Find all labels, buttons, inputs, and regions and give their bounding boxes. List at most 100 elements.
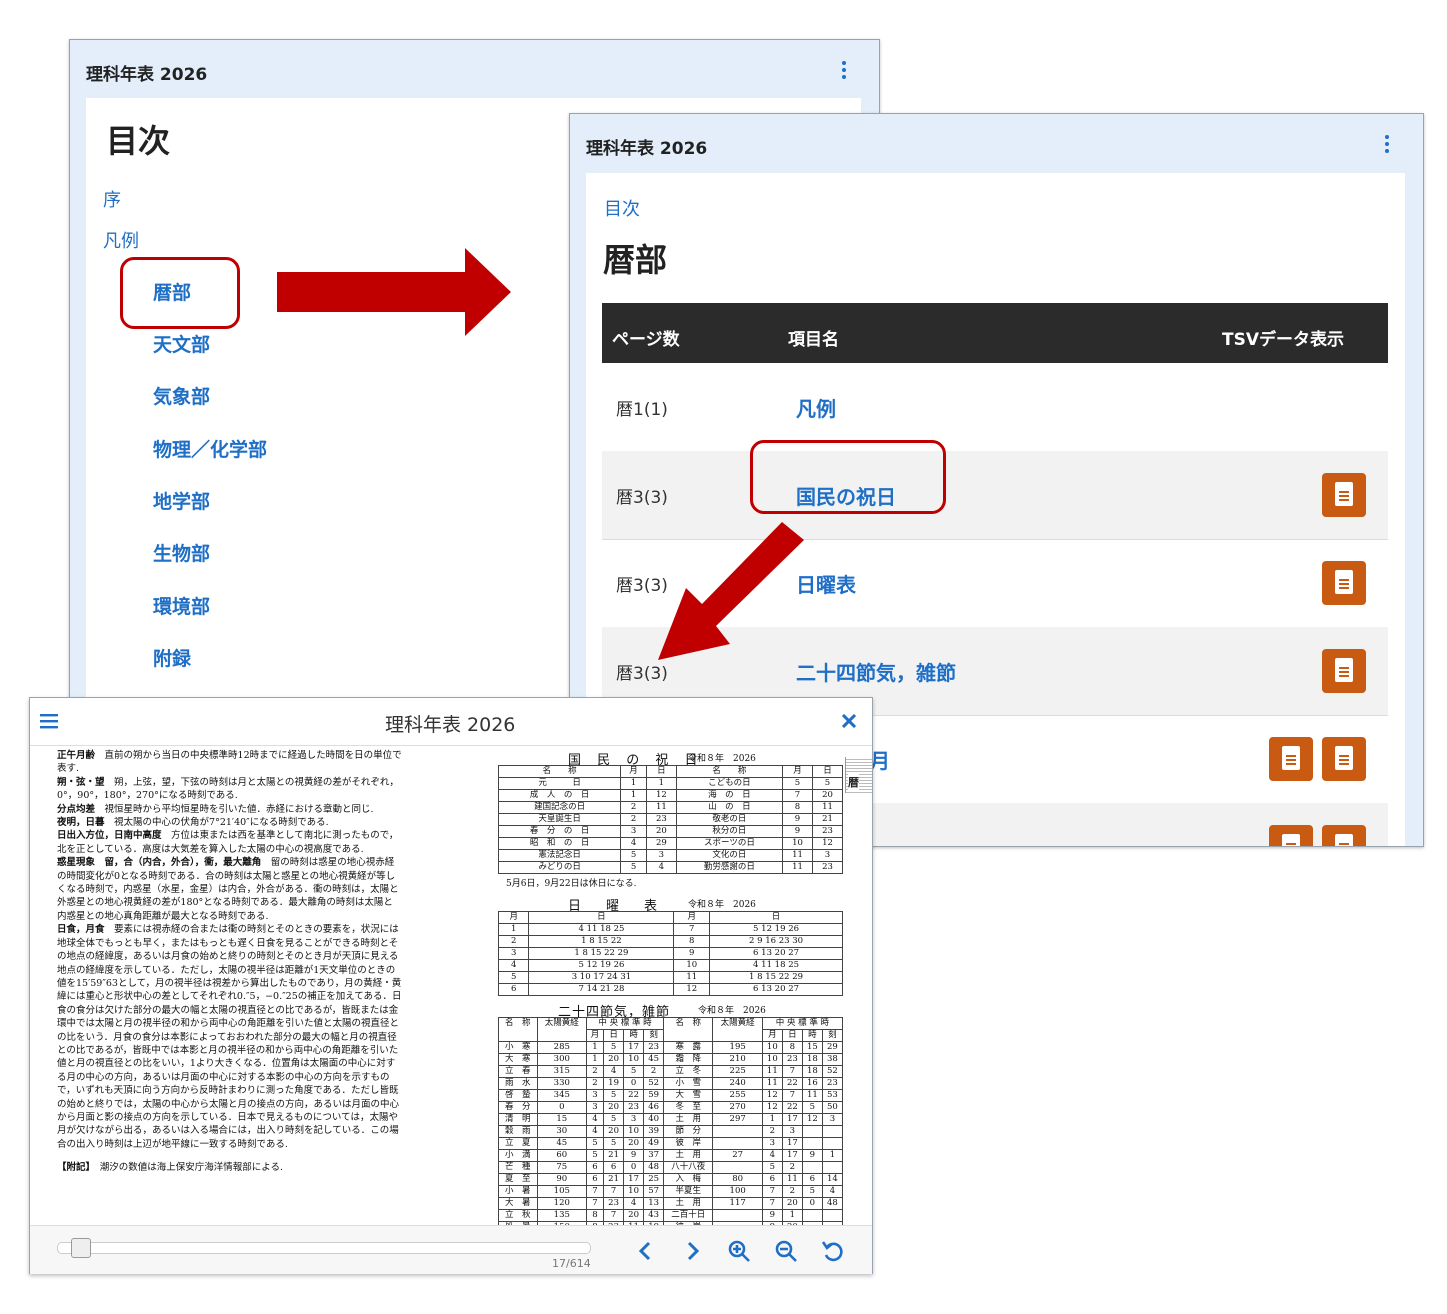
table-cell: 11 bbox=[781, 861, 813, 874]
toc-section-astronomy[interactable]: 天文部 bbox=[153, 330, 210, 357]
tsv-button[interactable] bbox=[1322, 825, 1366, 846]
terms-era: 令和８年 2026 bbox=[698, 1006, 766, 1016]
table-cell: 20 bbox=[603, 1125, 625, 1138]
table-cell: 100 bbox=[712, 1185, 763, 1198]
tsv-button[interactable] bbox=[1322, 473, 1366, 517]
side-tab[interactable]: 暦 bbox=[845, 757, 872, 793]
table-cell: 6 bbox=[801, 1173, 823, 1186]
document-icon bbox=[1335, 570, 1353, 594]
column-tsv: TSVデータ表示 bbox=[1222, 330, 1344, 350]
toc-section-earth-science[interactable]: 地学部 bbox=[153, 487, 210, 514]
table-row: 立 春 315 2 4 5 2 立 冬 225 11 7 18 52 bbox=[498, 1065, 844, 1078]
table-cell: 37 bbox=[643, 1149, 665, 1162]
table-row: 31 8 15 22 29 9 6 13 20 27 bbox=[497, 947, 843, 960]
close-icon[interactable] bbox=[842, 714, 856, 728]
table-row: 小 寒 285 1 5 17 23 寒 露 195 10 8 15 29 bbox=[498, 1041, 844, 1054]
definition: 朔・弦・望 朔，上弦，望，下弦の時刻は月と太陽との視黄経の差がそれぞれ，0°，9… bbox=[57, 776, 399, 802]
table-cell: 17 bbox=[781, 1149, 803, 1162]
table-cell: 330 bbox=[536, 1077, 587, 1090]
reset-zoom-icon[interactable] bbox=[821, 1239, 845, 1263]
table-cell: 29 bbox=[645, 837, 677, 850]
table-cell: 春 分 bbox=[498, 1101, 538, 1114]
table-cell: スポーツの日 bbox=[675, 837, 783, 850]
table-cell: 元 日 bbox=[497, 777, 622, 790]
page-slider-track[interactable] bbox=[57, 1242, 591, 1254]
table-cell bbox=[712, 1161, 763, 1174]
tsv-button[interactable] bbox=[1322, 561, 1366, 605]
table-cell: 5 12 19 26 bbox=[528, 959, 675, 972]
table-cell: 30 bbox=[536, 1125, 587, 1138]
table-cell: 3 bbox=[821, 1113, 844, 1126]
table-cell: 7 bbox=[781, 789, 813, 802]
table-row: 啓 蟄 345 3 5 22 59 大 雪 255 12 7 11 53 bbox=[498, 1089, 844, 1102]
section-window-title: 理科年表 2026 bbox=[586, 139, 708, 159]
row-item-link[interactable]: 凡例 bbox=[796, 393, 836, 422]
toc-section-meteorology[interactable]: 気象部 bbox=[153, 382, 210, 409]
row-item-link[interactable]: 月 bbox=[870, 745, 890, 774]
table-cell: 12 bbox=[645, 789, 677, 802]
row-item-link[interactable]: 日曜表 bbox=[796, 569, 856, 598]
row-item-link[interactable]: 二十四節気，雑節 bbox=[796, 657, 956, 686]
viewer-toolbar: 17/614 bbox=[30, 1225, 872, 1274]
table-cell: 5 bbox=[623, 1065, 645, 1078]
table-cell: 10 bbox=[673, 959, 711, 972]
table-cell: 1 bbox=[620, 777, 647, 790]
more-menu-icon[interactable] bbox=[1385, 135, 1389, 156]
toc-link-preface[interactable]: 序 bbox=[103, 186, 121, 212]
table-cell: 6 bbox=[497, 983, 530, 996]
table-cell: 4 bbox=[603, 1065, 625, 1078]
tsv-button[interactable] bbox=[1322, 649, 1366, 693]
table-cell: 345 bbox=[536, 1089, 587, 1102]
table-cell: 45 bbox=[536, 1137, 587, 1150]
page-slider-thumb[interactable] bbox=[71, 1238, 92, 1258]
table-cell: 285 bbox=[536, 1041, 587, 1054]
table-cell: 10 bbox=[623, 1185, 645, 1198]
previous-page-icon[interactable] bbox=[634, 1239, 658, 1263]
page-indicator: 17/614 bbox=[552, 1257, 591, 1270]
tsv-button[interactable] bbox=[1322, 737, 1366, 781]
toc-section-physics-chemistry[interactable]: 物理／化学部 bbox=[153, 435, 267, 462]
breadcrumb-toc[interactable]: 目次 bbox=[604, 195, 640, 221]
toc-section-appendix[interactable]: 附録 bbox=[153, 644, 191, 671]
menu-icon[interactable] bbox=[40, 713, 58, 729]
table-cell: 19 bbox=[603, 1077, 625, 1090]
toc-section-environment[interactable]: 環境部 bbox=[153, 592, 210, 619]
table-cell: 23 bbox=[643, 1041, 665, 1054]
table-cell: 山 の 日 bbox=[675, 801, 783, 814]
table-row: 小 満 60 5 21 9 37 土 用 27 4 17 9 1 bbox=[498, 1149, 844, 1162]
table-cell: 憲法記念日 bbox=[497, 849, 622, 862]
table-cell: 297 bbox=[712, 1113, 763, 1126]
table-cell bbox=[821, 1161, 844, 1174]
holidays-title-row: 国 民 の 祝 日 令和８年 2026 bbox=[498, 747, 843, 768]
table-cell: 5 12 19 26 bbox=[709, 923, 843, 936]
zoom-in-icon[interactable] bbox=[727, 1239, 751, 1263]
table-cell: 0 bbox=[536, 1101, 587, 1114]
table-cell: 土 用 bbox=[663, 1197, 714, 1210]
document-icon bbox=[1335, 834, 1353, 846]
zoom-out-icon[interactable] bbox=[774, 1239, 798, 1263]
table-cell bbox=[801, 1209, 823, 1222]
table-cell: 3 bbox=[781, 1125, 803, 1138]
tsv-button[interactable] bbox=[1269, 825, 1313, 846]
toc-link-legend[interactable]: 凡例 bbox=[103, 227, 139, 253]
row-page: 暦1(1) bbox=[616, 400, 668, 420]
left-page-text: 正午月齢 直前の朔から当日の中央標準時12時までに経過した時間を日の単位で表す.… bbox=[57, 749, 402, 1175]
table-cell: 17 bbox=[623, 1173, 645, 1186]
table-cell: 4 bbox=[761, 1149, 783, 1162]
table-cell: 10 bbox=[623, 1053, 645, 1066]
table-cell: 21 bbox=[603, 1173, 625, 1186]
table-cell: 立 秋 bbox=[498, 1209, 538, 1222]
table-cell: 小 寒 bbox=[498, 1041, 538, 1054]
table-cell: 23 bbox=[821, 1077, 844, 1090]
table-cell: 10 bbox=[761, 1053, 783, 1066]
tsv-button[interactable] bbox=[1269, 737, 1313, 781]
more-menu-icon[interactable] bbox=[842, 61, 846, 82]
table-cell: 40 bbox=[643, 1113, 665, 1126]
table-cell: 1 8 15 22 29 bbox=[528, 947, 675, 960]
toc-section-biology[interactable]: 生物部 bbox=[153, 539, 210, 566]
next-page-icon[interactable] bbox=[680, 1239, 704, 1263]
table-cell: 3 bbox=[585, 1089, 605, 1102]
column-page: ページ数 bbox=[612, 330, 680, 350]
table-cell: 6 bbox=[585, 1161, 605, 1174]
table-cell: 6 bbox=[585, 1173, 605, 1186]
